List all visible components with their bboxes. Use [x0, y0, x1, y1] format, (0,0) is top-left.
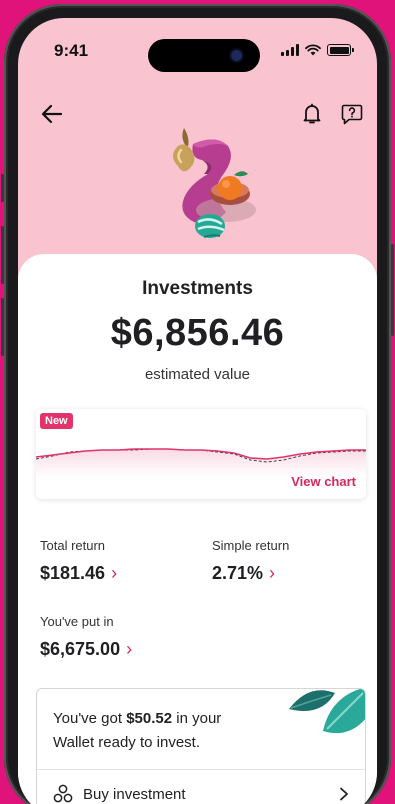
phone-volume-down — [1, 298, 4, 356]
battery-icon — [327, 44, 354, 56]
put-in-button[interactable]: $6,675.00 › — [40, 639, 132, 660]
app-screen: 9:41 Investments $6,856.46 estimated val… — [18, 18, 377, 804]
bell-icon — [303, 103, 321, 124]
arrow-left-icon — [41, 104, 63, 124]
phone-frame: 9:41 Investments $6,856.46 estimated val… — [1, 4, 394, 804]
leaf-decoration-icon — [289, 689, 365, 734]
status-time: 9:41 — [54, 41, 89, 60]
performance-chart — [36, 448, 366, 477]
estimated-value-label: estimated value — [144, 366, 251, 383]
notifications-button[interactable] — [299, 100, 325, 128]
buy-investment-button[interactable]: Buy investment — [53, 779, 349, 804]
phone-power-button — [391, 244, 394, 336]
put-in-value: $6,675.00 — [40, 639, 121, 659]
status-bar: 9:41 — [18, 18, 377, 74]
dynamic-island — [148, 39, 260, 72]
buy-investment-label: Buy investment — [83, 785, 186, 803]
simple-return-value: 2.71% — [212, 563, 264, 583]
chevron-right-icon: › — [126, 639, 133, 659]
wallet-text-before: You've got — [53, 710, 123, 727]
investments-card: Investments $6,856.46 estimated value Ne… — [18, 254, 377, 804]
signal-icon — [281, 44, 299, 56]
view-chart-link[interactable]: View chart — [291, 474, 356, 489]
chevron-right-icon: › — [111, 563, 118, 583]
back-button[interactable] — [38, 100, 66, 128]
phone-mute-switch — [1, 174, 4, 202]
total-return-value: $181.46 — [40, 563, 106, 583]
hero-illustration — [173, 128, 256, 238]
camera-icon — [231, 50, 242, 61]
put-in-label: You've put in — [40, 614, 114, 629]
performance-chart-card[interactable]: New View chart — [36, 409, 366, 499]
total-return-label: Total return — [40, 538, 106, 553]
total-return-stat: Total return $181.46 › — [40, 538, 117, 584]
stacked-coins-icon — [53, 784, 73, 803]
chart-area-fill — [36, 449, 366, 477]
help-chat-icon — [341, 104, 363, 125]
chevron-right-icon — [340, 787, 348, 801]
wallet-card: You've got $50.52 in your Wallet ready t… — [36, 688, 366, 804]
phone-volume-up — [1, 226, 4, 284]
wallet-message: You've got $50.52 in your Wallet ready t… — [53, 707, 263, 755]
wifi-icon — [305, 44, 321, 56]
simple-return-label: Simple return — [212, 538, 290, 553]
page-title: Investments — [142, 278, 253, 299]
help-button[interactable] — [339, 100, 365, 128]
put-in-stat: You've put in $6,675.00 › — [40, 614, 132, 660]
simple-return-button[interactable]: 2.71% › — [212, 563, 289, 584]
wallet-amount: $50.52 — [126, 710, 173, 727]
status-icons — [281, 44, 354, 56]
estimated-value-amount: $6,856.46 — [110, 312, 285, 354]
total-return-button[interactable]: $181.46 › — [40, 563, 117, 584]
simple-return-stat: Simple return 2.71% › — [212, 538, 289, 584]
chevron-right-icon: › — [269, 563, 276, 583]
divider — [37, 769, 365, 770]
